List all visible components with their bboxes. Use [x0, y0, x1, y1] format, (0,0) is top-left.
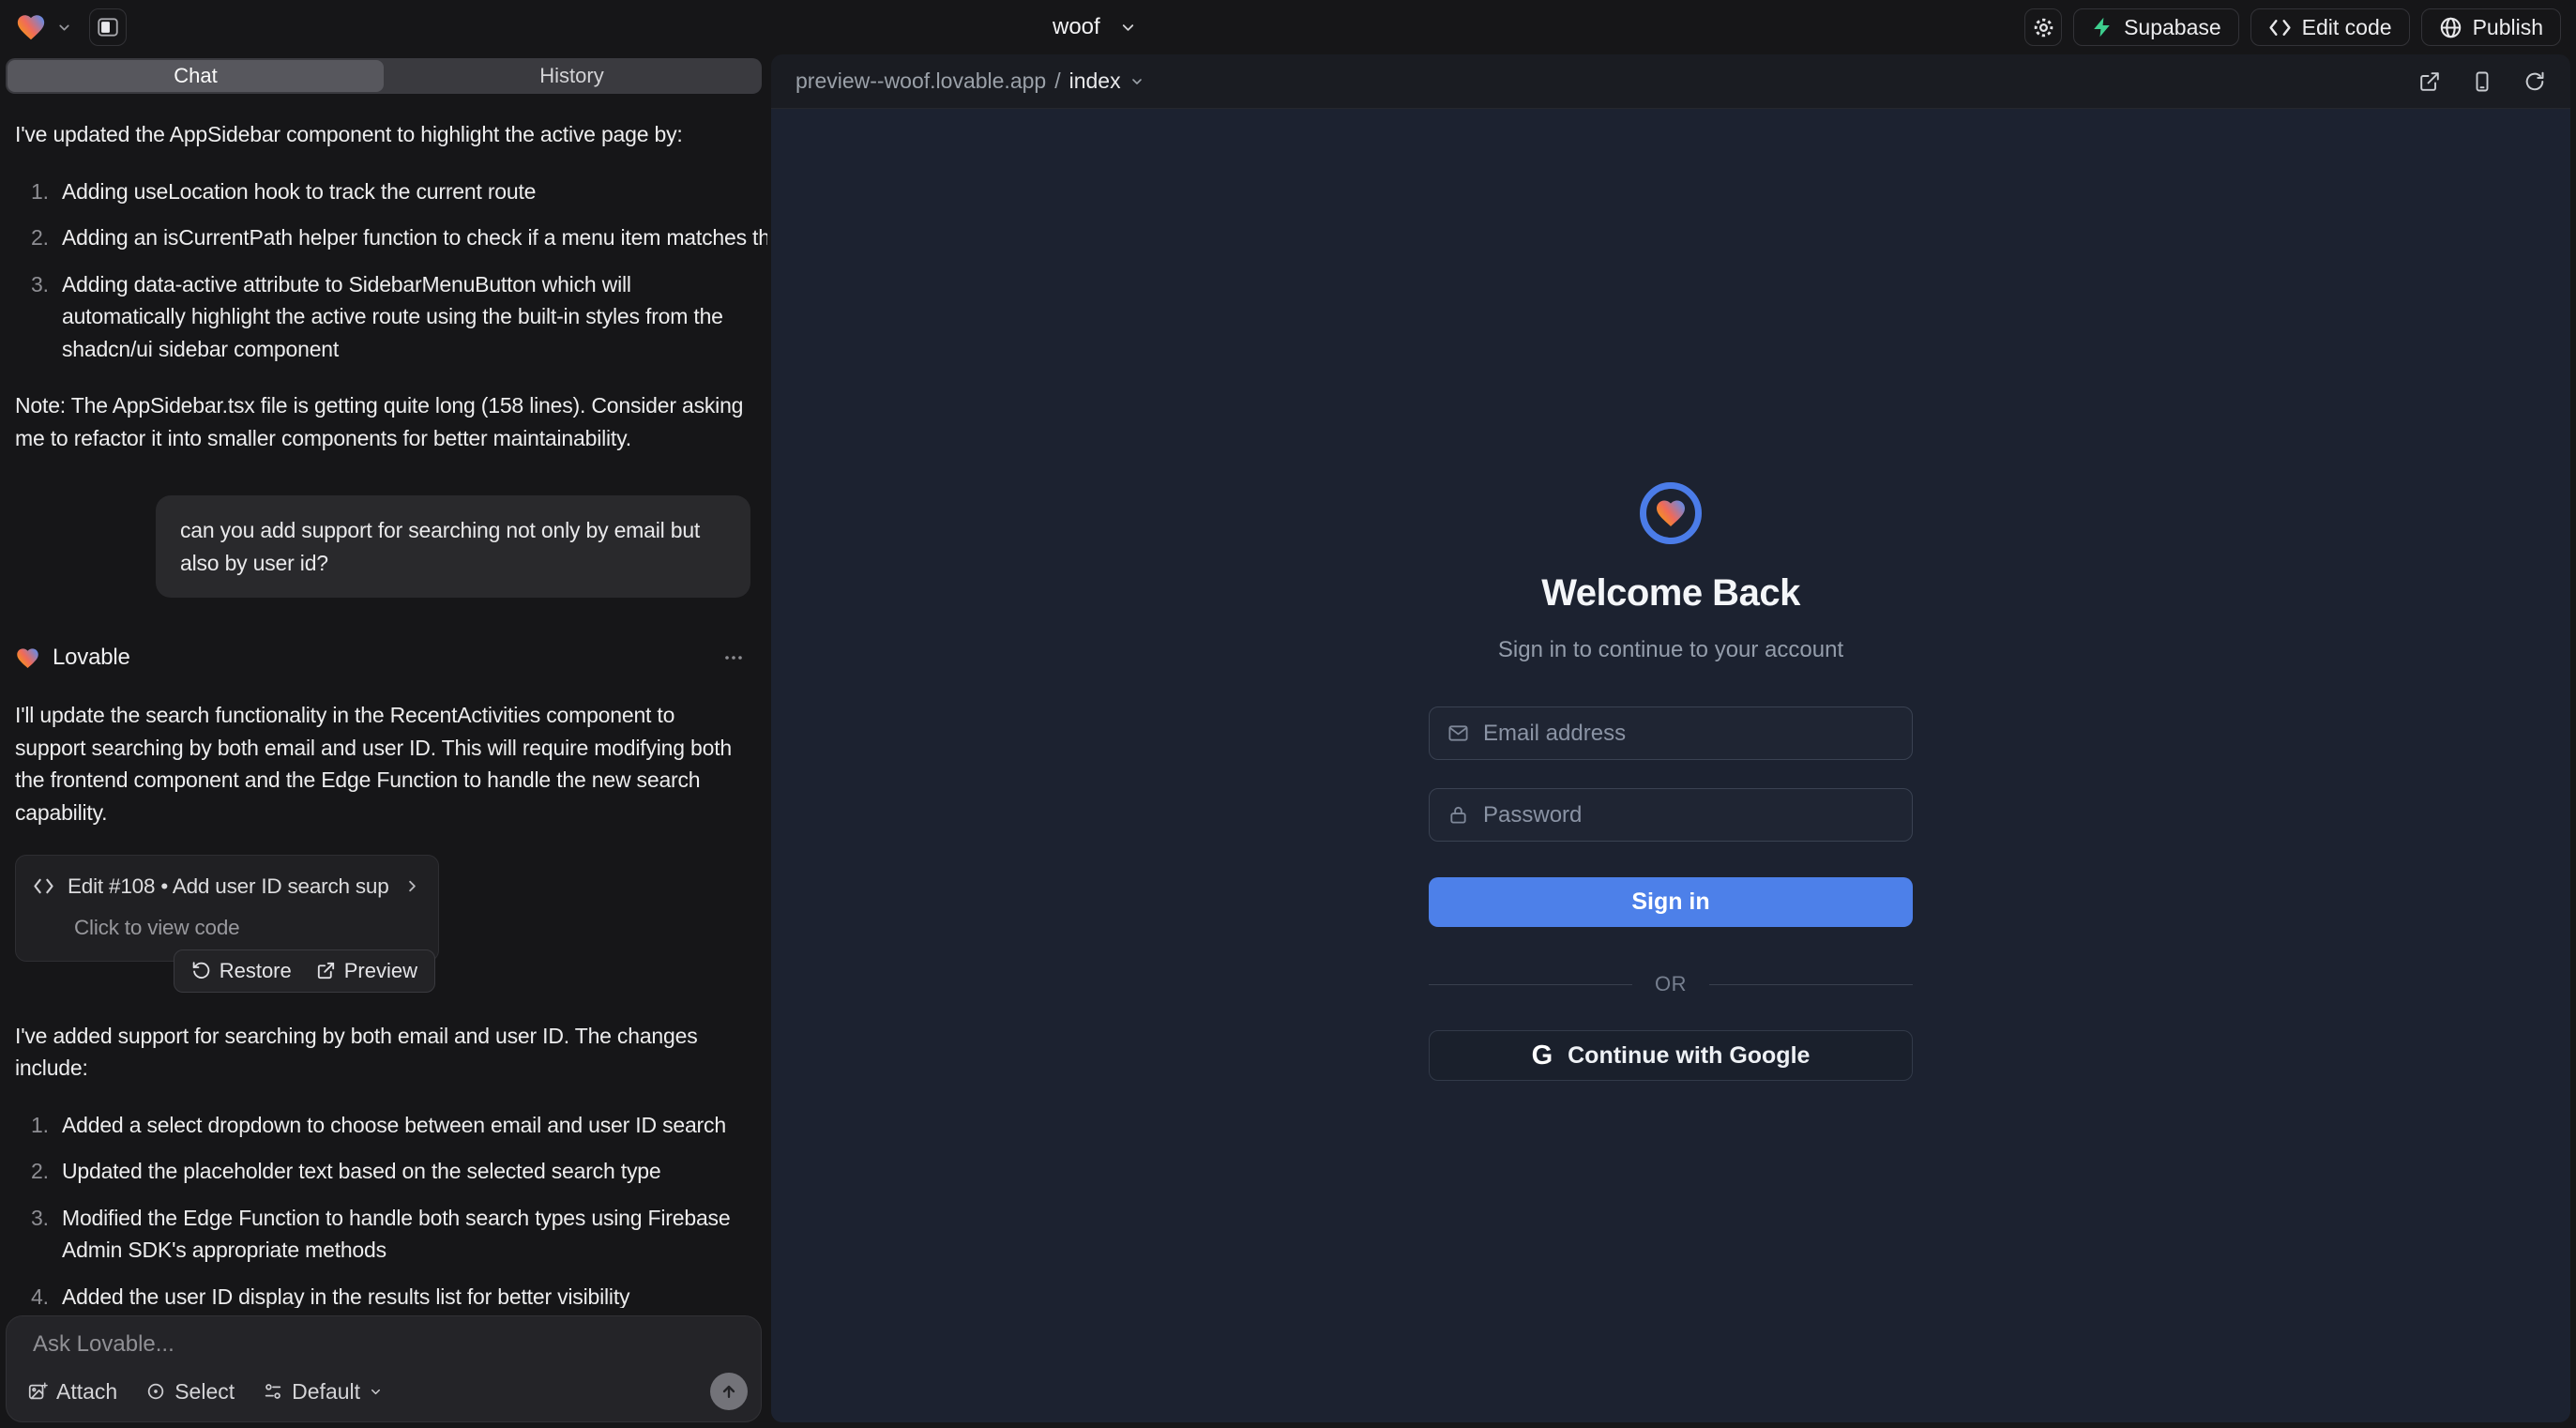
assistant-list: Adding useLocation hook to track the cur…	[54, 175, 750, 366]
chat-mode-selector[interactable]: Default	[263, 1379, 383, 1405]
project-chevron-down-icon	[1119, 19, 1137, 37]
preview-toolbar: preview--woof.lovable.app / index	[771, 54, 2570, 108]
chat-history-tabs: Chat History	[6, 58, 762, 94]
select-element-button[interactable]: Select	[145, 1379, 235, 1405]
sign-in-button[interactable]: Sign in	[1429, 877, 1913, 927]
list-item: Adding an isCurrentPath helper function …	[54, 221, 750, 254]
auth-card: Welcome Back Sign in to continue to your…	[1429, 482, 1913, 1081]
assistant-name: Lovable	[53, 641, 130, 675]
panel-left-icon	[96, 15, 120, 39]
select-target-icon	[145, 1381, 166, 1402]
assistant-note: Note: The AppSidebar.tsx file is getting…	[15, 389, 750, 454]
tab-chat[interactable]: Chat	[8, 60, 384, 92]
supabase-button[interactable]: Supabase	[2073, 8, 2239, 46]
tab-history[interactable]: History	[384, 60, 760, 92]
project-title[interactable]: woof	[1053, 0, 1137, 54]
send-button[interactable]	[710, 1373, 748, 1410]
assistant-header: Lovable	[15, 641, 750, 675]
email-input[interactable]	[1483, 721, 1894, 747]
chevron-down-icon	[369, 1385, 383, 1399]
email-field[interactable]	[1429, 706, 1913, 760]
password-input[interactable]	[1483, 802, 1894, 828]
assistant-list: Added a select dropdown to choose betwee…	[54, 1109, 750, 1309]
external-link-icon	[2418, 70, 2441, 93]
list-item: Adding data-active attribute to SidebarM…	[54, 268, 750, 366]
preview-app: Welcome Back Sign in to continue to your…	[771, 109, 2570, 1422]
top-header: woof Supabase Edit code Publish	[0, 0, 2576, 54]
divider-line	[1429, 984, 1632, 985]
user-message-bubble: can you add support for searching not on…	[156, 495, 750, 598]
external-link-icon	[316, 961, 336, 980]
version-actions-pill: Restore Preview	[174, 949, 435, 993]
chat-panel: Chat History I've updated the AppSidebar…	[0, 54, 767, 1428]
mobile-view-button[interactable]	[2471, 70, 2493, 93]
code-icon	[33, 875, 54, 897]
attach-image-icon	[27, 1381, 48, 1402]
edit-card-title: Edit #108 • Add user ID search supp...	[68, 871, 390, 903]
chevron-down-icon	[1129, 74, 1144, 89]
chevron-right-icon	[403, 877, 421, 895]
divider-line	[1709, 984, 1913, 985]
chat-input[interactable]	[33, 1331, 735, 1369]
composer: Attach Select Default	[6, 1315, 762, 1422]
arrow-up-icon	[720, 1382, 738, 1401]
or-divider: OR	[1429, 972, 1913, 996]
list-item: Adding useLocation hook to track the cur…	[54, 175, 750, 208]
more-horizontal-icon	[722, 646, 745, 669]
list-item: Added a select dropdown to choose betwee…	[54, 1109, 750, 1142]
composer-toolbar: Attach Select Default	[27, 1373, 748, 1410]
refresh-icon	[2523, 70, 2546, 93]
chat-messages[interactable]: I've updated the AppSidebar component to…	[0, 99, 767, 1308]
lovable-heart-icon	[15, 646, 40, 671]
password-field[interactable]	[1429, 788, 1913, 842]
more-options-button[interactable]	[722, 646, 745, 669]
preview-panel: preview--woof.lovable.app / index Welcom…	[771, 54, 2570, 1422]
gear-icon	[2031, 15, 2056, 40]
app-logo	[1640, 482, 1702, 544]
preview-host: preview--woof.lovable.app	[796, 68, 1046, 94]
sidebar-toggle-button[interactable]	[89, 8, 127, 46]
assistant-paragraph: I'll update the search functionality in …	[15, 699, 750, 828]
page-title: Welcome Back	[1541, 572, 1800, 615]
sign-in-form: Sign in OR G Continue with Google	[1429, 706, 1913, 1081]
list-item: Modified the Edge Function to handle bot…	[54, 1202, 750, 1267]
refresh-button[interactable]	[2523, 70, 2546, 93]
edit-version-card[interactable]: Edit #108 • Add user ID search supp... C…	[15, 855, 439, 962]
restore-button[interactable]: Restore	[191, 959, 292, 983]
attach-button[interactable]: Attach	[27, 1379, 117, 1405]
supabase-bolt-icon	[2091, 16, 2114, 38]
page-subtitle: Sign in to continue to your account	[1498, 637, 1843, 663]
project-name: woof	[1053, 14, 1100, 40]
open-in-new-tab-button[interactable]	[2418, 70, 2441, 93]
restore-icon	[191, 961, 211, 980]
edit-code-button[interactable]: Edit code	[2250, 8, 2410, 46]
google-g-icon: G	[1532, 1041, 1553, 1071]
list-item: Updated the placeholder text based on th…	[54, 1155, 750, 1188]
lock-icon	[1447, 804, 1469, 826]
google-sign-in-button[interactable]: G Continue with Google	[1429, 1030, 1913, 1081]
edit-card-subtitle: Click to view code	[74, 912, 421, 944]
settings-button[interactable]	[2024, 8, 2062, 46]
smartphone-icon	[2471, 70, 2493, 93]
lovable-logo-icon[interactable]	[15, 11, 47, 43]
heart-icon	[1654, 496, 1688, 530]
publish-button[interactable]: Publish	[2421, 8, 2561, 46]
preview-url[interactable]: preview--woof.lovable.app / index	[796, 68, 1144, 94]
code-icon	[2268, 16, 2292, 39]
assistant-paragraph: I've updated the AppSidebar component to…	[15, 118, 750, 151]
mail-icon	[1447, 722, 1469, 744]
preview-button[interactable]: Preview	[316, 959, 417, 983]
preview-page: index	[1069, 68, 1121, 94]
brand-chevron-down-icon[interactable]	[56, 20, 72, 36]
globe-icon	[2439, 16, 2462, 39]
sliders-icon	[263, 1381, 283, 1402]
list-item: Added the user ID display in the results…	[54, 1281, 750, 1309]
assistant-paragraph: I've added support for searching by both…	[15, 1020, 750, 1085]
